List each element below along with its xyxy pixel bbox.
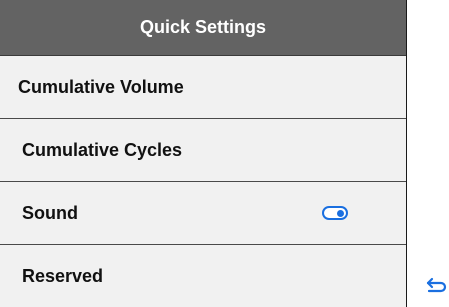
sound-toggle-switch[interactable] [322,206,348,220]
back-arrow-icon[interactable] [425,276,447,296]
panel-title-text: Quick Settings [139,17,267,37]
settings-item-label: Cumulative Volume [18,76,184,97]
settings-item-cumulative-cycles[interactable]: Cumulative Cycles [0,119,406,182]
settings-item-cumulative-volume[interactable]: Cumulative Volume [0,56,406,119]
panel-title: Quick Settings [0,0,406,56]
settings-item-label: Cumulative Cycles [22,139,183,160]
toggle-knob [337,209,344,217]
settings-item-reserved[interactable]: Reserved [0,245,406,307]
settings-item-label: Sound [22,202,78,223]
settings-item-label: Reserved [22,265,104,286]
settings-item-sound[interactable]: Sound [0,182,406,245]
quick-settings-panel: Quick Settings Cumulative Volume Cumulat… [0,0,407,307]
